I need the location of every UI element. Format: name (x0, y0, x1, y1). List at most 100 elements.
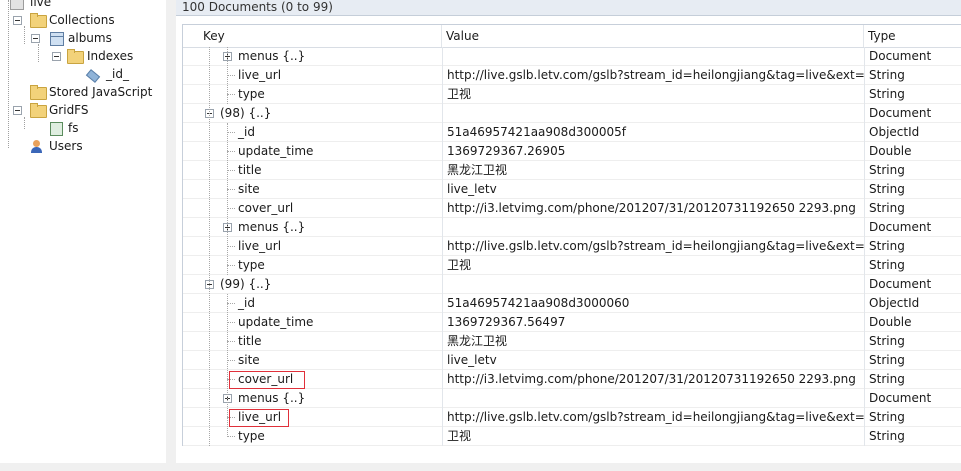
table-row[interactable]: _id 51a46957421aa908d3000060 ObjectId (183, 294, 961, 313)
highlight-box (229, 409, 289, 427)
splitter[interactable] (166, 0, 176, 463)
highlight-box (229, 371, 305, 389)
type-cell: String (864, 85, 961, 104)
value-cell (442, 47, 864, 66)
tree-connector (227, 75, 235, 76)
table-row[interactable]: live_url http://live.gslb.letv.com/gslb?s… (183, 237, 961, 256)
key-cell: (99) {..} (183, 275, 442, 294)
collapse-icon[interactable] (31, 34, 40, 43)
tree-connector (227, 208, 235, 209)
type-cell: Double (864, 313, 961, 332)
collapse-icon[interactable] (52, 52, 61, 61)
tree-connector (227, 94, 235, 95)
table-row[interactable]: type 卫视 String (183, 85, 961, 104)
tree-connector (227, 303, 235, 304)
tree-connector (227, 189, 235, 190)
column-header-value[interactable]: Value (442, 25, 864, 47)
documents-tree-grid: Key Value Type menus {..} Document live_ur… (182, 24, 961, 446)
type-cell: String (864, 427, 961, 446)
value-cell: 1369729367.56497 (442, 313, 864, 332)
collapse-icon[interactable] (13, 16, 22, 25)
type-cell: Double (864, 142, 961, 161)
tree-horizontal-scrollbar[interactable] (0, 463, 176, 471)
table-row[interactable]: site live_letv String (183, 351, 961, 370)
tree-guide (227, 294, 228, 437)
value-cell: 卫视 (442, 85, 864, 104)
table-row[interactable]: type 卫视 String (183, 427, 961, 446)
table-row[interactable]: cover_url http://i3.letvimg.com/phone/201… (183, 199, 961, 218)
table-row[interactable]: update_time 1369729367.56497 Double (183, 313, 961, 332)
key-text: live_url (238, 68, 282, 82)
key-text: type (238, 87, 265, 101)
type-cell: Document (864, 218, 961, 237)
tree-guide (24, 26, 25, 44)
key-text: site (238, 353, 260, 367)
table-row[interactable]: update_time 1369729367.26905 Double (183, 142, 961, 161)
key-text: title (238, 334, 262, 348)
key-cell: title (183, 161, 442, 180)
key-cell: cover_url (183, 370, 442, 389)
table-row[interactable]: menus {..} Document (183, 47, 961, 66)
grid-horizontal-scrollbar[interactable] (176, 463, 961, 471)
table-row[interactable]: menus {..} Document (183, 389, 961, 408)
column-header-key[interactable]: Key (183, 25, 442, 47)
table-row[interactable]: type 卫视 String (183, 256, 961, 275)
user-icon (31, 140, 42, 153)
tree-connector (227, 170, 235, 171)
table-row[interactable]: live_url http://live.gslb.letv.com/gslb?s… (183, 408, 961, 427)
table-row[interactable]: (98) {..} Document (183, 104, 961, 123)
key-cell: live_url (183, 237, 442, 256)
key-cell: cover_url (183, 199, 442, 218)
value-cell: http://i3.letvimg.com/phone/201207/31/20… (442, 370, 864, 389)
key-cell: menus {..} (183, 218, 442, 237)
results-pane: 100 Documents (0 to 99) Key Value Type m… (176, 0, 961, 463)
value-cell: 黑龙江卫视 (442, 161, 864, 180)
type-cell: ObjectId (864, 123, 961, 142)
key-cell: type (183, 256, 442, 275)
column-header: Key Value Type (183, 25, 961, 48)
table-row[interactable]: site live_letv String (183, 180, 961, 199)
database-icon (10, 0, 24, 10)
type-cell: String (864, 66, 961, 85)
key-text: (98) {..} (220, 106, 272, 120)
type-cell: String (864, 332, 961, 351)
tree-connector (227, 151, 235, 152)
key-cell: type (183, 85, 442, 104)
value-cell: 黑龙江卫视 (442, 332, 864, 351)
type-cell: String (864, 408, 961, 427)
tree-guide (24, 117, 25, 129)
type-cell: Document (864, 104, 961, 123)
key-text: menus {..} (238, 49, 306, 63)
collapse-icon[interactable] (13, 106, 22, 115)
document-count-bar: 100 Documents (0 to 99) (176, 0, 961, 16)
key-text: site (238, 182, 260, 196)
tree-connector (227, 265, 235, 266)
table-row[interactable]: title 黑龙江卫视 String (183, 332, 961, 351)
table-row[interactable]: menus {..} Document (183, 218, 961, 237)
folder-icon (30, 13, 47, 28)
type-cell: String (864, 351, 961, 370)
table-row[interactable]: title 黑龙江卫视 String (183, 161, 961, 180)
key-cell: site (183, 351, 442, 370)
column-header-type[interactable]: Type (864, 25, 961, 47)
table-row[interactable]: _id 51a46957421aa908d300005f ObjectId (183, 123, 961, 142)
table-row[interactable]: (99) {..} Document (183, 275, 961, 294)
tree-connector (227, 360, 235, 361)
key-text: _id (238, 125, 255, 139)
key-text: update_time (238, 144, 314, 158)
tree-connector (227, 322, 235, 323)
tree-guide (227, 47, 228, 104)
tree-guide (38, 44, 39, 62)
key-text: cover_url (238, 201, 294, 215)
key-text: menus {..} (238, 391, 306, 405)
value-cell (442, 218, 864, 237)
tree-guide (227, 123, 228, 275)
value-cell: http://live.gslb.letv.com/gslb?stream_id… (442, 66, 864, 85)
value-cell: 卫视 (442, 427, 864, 446)
table-row[interactable]: live_url http://live.gslb.letv.com/gslb?s… (183, 66, 961, 85)
value-cell (442, 389, 864, 408)
value-cell: http://i3.letvimg.com/phone/201207/31/20… (442, 199, 864, 218)
key-cell: type (183, 427, 442, 446)
key-text: type (238, 429, 265, 443)
connection-tree: live Collections albums Indexes _id_ Sto… (0, 0, 167, 463)
